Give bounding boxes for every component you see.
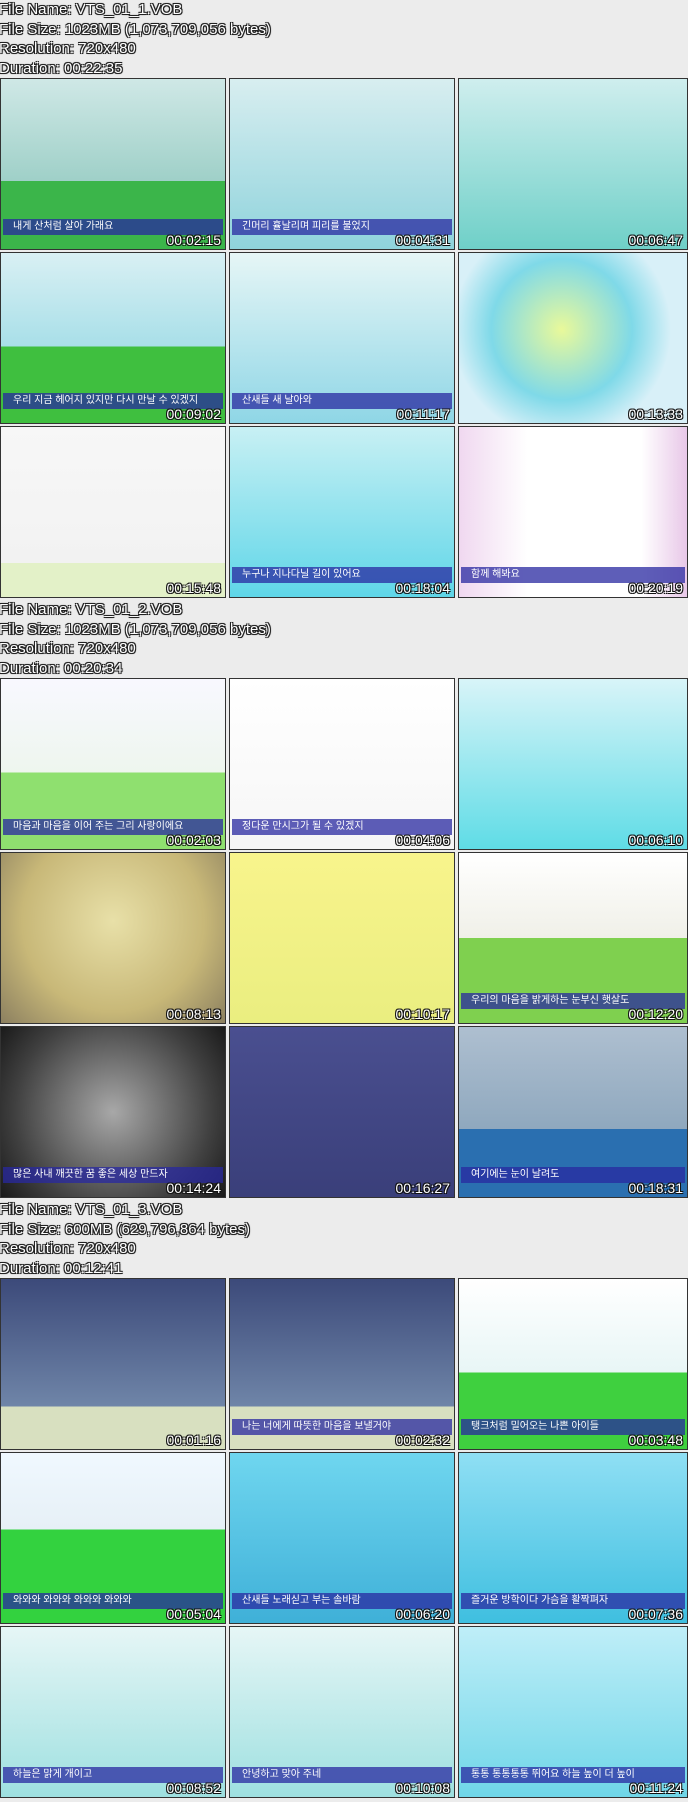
video-thumbnail[interactable]: 누구나 지나다닐 길이 있어요 00:18:04: [229, 426, 455, 598]
video-thumbnail[interactable]: 내게 산처럼 살아 가래요 00:02:15: [0, 78, 226, 250]
video-thumbnail[interactable]: 하늘은 맑게 개이고 00:08:52: [0, 1626, 226, 1798]
file-metadata: File Name: VTS_01_1.VOB File Size: 1023MB…: [0, 0, 688, 78]
thumbnail-frame-image: [1, 853, 225, 1023]
file-metadata: File Name: VTS_01_2.VOB File Size: 1023MB…: [0, 600, 688, 678]
video-thumbnail[interactable]: 정다운 만시그가 될 수 있겠지 00:04:06: [229, 678, 455, 850]
timestamp-label: 00:18:31: [628, 1180, 683, 1196]
video-thumbnail[interactable]: 00:10:17: [229, 852, 455, 1024]
timestamp-label: 00:01:16: [166, 1432, 222, 1448]
resolution-label: Resolution: 720x480: [0, 40, 136, 57]
video-thumbnail[interactable]: 산새들 새 날아와 00:11:17: [229, 252, 455, 424]
timestamp-label: 00:06:20: [395, 1606, 451, 1622]
video-thumbnail[interactable]: 00:06:10: [458, 678, 688, 850]
thumbnail-row: 하늘은 맑게 개이고 00:08:52 안녕하고 맞아 주네 00:10:08 통통 통…: [0, 1626, 688, 1800]
video-thumbnail[interactable]: 00:13:33: [458, 252, 688, 424]
file-name-label: File Name: VTS_01_3.VOB: [0, 1201, 183, 1218]
thumbnail-frame-image: [230, 1027, 454, 1197]
timestamp-label: 00:07:36: [628, 1606, 683, 1622]
timestamp-label: 00:08:13: [166, 1006, 222, 1022]
timestamp-label: 00:13:33: [628, 406, 683, 422]
video-thumbnail[interactable]: 탱크처럼 밀어오는 나쁜 아이들 00:03:48: [458, 1278, 688, 1450]
timestamp-label: 00:02:32: [395, 1432, 451, 1448]
timestamp-label: 00:14:24: [166, 1180, 222, 1196]
video-thumbnail[interactable]: 여기에는 눈이 날려도 00:18:31: [458, 1026, 688, 1198]
video-thumbnail[interactable]: 함께 해봐요 00:20:19: [458, 426, 688, 598]
file-metadata: File Name: VTS_01_3.VOB File Size: 600MB …: [0, 1200, 688, 1278]
timestamp-label: 00:03:48: [628, 1432, 683, 1448]
timestamp-label: 00:15:48: [166, 580, 222, 596]
thumbnail-frame-image: [230, 853, 454, 1023]
timestamp-label: 00:04:06: [395, 832, 451, 848]
duration-label: Duration: 00:20:34: [0, 659, 123, 677]
file-size-label: File Size: 600MB (629,796,864 bytes): [0, 1220, 250, 1238]
timestamp-label: 00:08:52: [166, 1780, 222, 1796]
file-block: File Name: VTS_01_2.VOB File Size: 1023MB…: [0, 600, 688, 1200]
timestamp-label: 00:11:17: [396, 406, 450, 422]
timestamp-label: 00:12:20: [628, 1006, 683, 1022]
timestamp-label: 00:06:47: [628, 232, 683, 248]
thumbnail-row: 우리 지금 헤어지 있지만 다시 만날 수 있겠지 00:09:02 산새들 새 날…: [0, 252, 688, 426]
thumbnail-grid: 00:01:16 나는 너에게 따뜻한 마음을 보낼거야 00:02:32 탱크처럼 …: [0, 1278, 688, 1800]
timestamp-label: 00:04:31: [395, 232, 451, 248]
thumbnail-frame-image: [459, 79, 687, 249]
video-thumbnail[interactable]: 마음과 마음을 이어 주는 그리 사랑이에요 00:02:03: [0, 678, 226, 850]
video-thumbnail[interactable]: 안녕하고 맞아 주네 00:10:08: [229, 1626, 455, 1798]
thumbnail-row: 내게 산처럼 살아 가래요 00:02:15 긴머리 휼날리며 피리를 불었지 00:…: [0, 78, 688, 252]
thumbnail-row: 와와와 와와와 와와와 와와와 00:05:04 산새들 노래싣고 부는 솔바람 00…: [0, 1452, 688, 1626]
thumbnail-row: 00:01:16 나는 너에게 따뜻한 마음을 보낼거야 00:02:32 탱크처럼 …: [0, 1278, 688, 1452]
duration-label: Duration: 00:22:35: [0, 59, 123, 77]
video-thumbnail[interactable]: 00:08:13: [0, 852, 226, 1024]
video-thumbnail[interactable]: 00:06:47: [458, 78, 688, 250]
timestamp-label: 00:20:19: [628, 580, 683, 596]
thumbnail-frame-image: [459, 679, 687, 849]
duration-label: Duration: 00:12:41: [0, 1259, 123, 1277]
thumbnail-row: 00:08:13 00:10:17 우리의 마음을 밝게하는 눈부신 햇살도 00:1…: [0, 852, 688, 1026]
timestamp-label: 00:09:02: [166, 406, 222, 422]
file-block: File Name: VTS_01_1.VOB File Size: 1023MB…: [0, 0, 688, 600]
thumbnail-frame-image: [1, 427, 225, 597]
timestamp-label: 00:10:08: [395, 1780, 451, 1796]
timestamp-label: 00:02:03: [166, 832, 222, 848]
timestamp-label: 00:11:24: [629, 1780, 683, 1796]
timestamp-label: 00:02:15: [166, 232, 222, 248]
resolution-label: Resolution: 720x480: [0, 640, 136, 657]
timestamp-label: 00:10:17: [395, 1006, 451, 1022]
video-thumbnail[interactable]: 많은 사내 깨끗한 꿈 좋은 세상 만드자 00:14:24: [0, 1026, 226, 1198]
video-thumbnail[interactable]: 긴머리 휼날리며 피리를 불었지 00:04:31: [229, 78, 455, 250]
thumbnail-row: 00:15:48 누구나 지나다닐 길이 있어요 00:18:04 함께 해봐요 00:…: [0, 426, 688, 600]
video-thumbnail[interactable]: 나는 너에게 따뜻한 마음을 보낼거야 00:02:32: [229, 1278, 455, 1450]
video-thumbnail[interactable]: 통통 통통통통 뛰어요 하늘 높이 더 높이 00:11:24: [458, 1626, 688, 1798]
video-thumbnail[interactable]: 00:15:48: [0, 426, 226, 598]
video-thumbnail[interactable]: 00:01:16: [0, 1278, 226, 1450]
contact-sheet: File Name: VTS_01_1.VOB File Size: 1023MB…: [0, 0, 688, 1800]
thumbnail-frame-image: [1, 1279, 225, 1449]
video-thumbnail[interactable]: 00:16:27: [229, 1026, 455, 1198]
thumbnail-grid: 마음과 마음을 이어 주는 그리 사랑이에요 00:02:03 정다운 만시그가 될…: [0, 678, 688, 1200]
resolution-label: Resolution: 720x480: [0, 1240, 136, 1257]
video-thumbnail[interactable]: 산새들 노래싣고 부는 솔바람 00:06:20: [229, 1452, 455, 1624]
thumbnail-grid: 내게 산처럼 살아 가래요 00:02:15 긴머리 휼날리며 피리를 불었지 00:…: [0, 78, 688, 600]
file-size-label: File Size: 1023MB (1,073,709,056 bytes): [0, 20, 271, 38]
file-block: File Name: VTS_01_3.VOB File Size: 600MB …: [0, 1200, 688, 1800]
file-size-label: File Size: 1023MB (1,073,709,056 bytes): [0, 620, 271, 638]
file-name-label: File Name: VTS_01_1.VOB: [0, 1, 183, 18]
video-thumbnail[interactable]: 즐거운 방학이다 가슴을 활짝펴자 00:07:36: [458, 1452, 688, 1624]
video-thumbnail[interactable]: 우리 지금 헤어지 있지만 다시 만날 수 있겠지 00:09:02: [0, 252, 226, 424]
timestamp-label: 00:18:04: [395, 580, 451, 596]
timestamp-label: 00:06:10: [628, 832, 683, 848]
thumbnail-row: 마음과 마음을 이어 주는 그리 사랑이에요 00:02:03 정다운 만시그가 될…: [0, 678, 688, 852]
timestamp-label: 00:05:04: [166, 1606, 222, 1622]
thumbnail-row: 많은 사내 깨끗한 꿈 좋은 세상 만드자 00:14:24 00:16:27 여기에…: [0, 1026, 688, 1200]
timestamp-label: 00:16:27: [395, 1180, 451, 1196]
video-thumbnail[interactable]: 와와와 와와와 와와와 와와와 00:05:04: [0, 1452, 226, 1624]
file-name-label: File Name: VTS_01_2.VOB: [0, 601, 183, 618]
video-thumbnail[interactable]: 우리의 마음을 밝게하는 눈부신 햇살도 00:12:20: [458, 852, 688, 1024]
thumbnail-frame-image: [459, 253, 687, 423]
